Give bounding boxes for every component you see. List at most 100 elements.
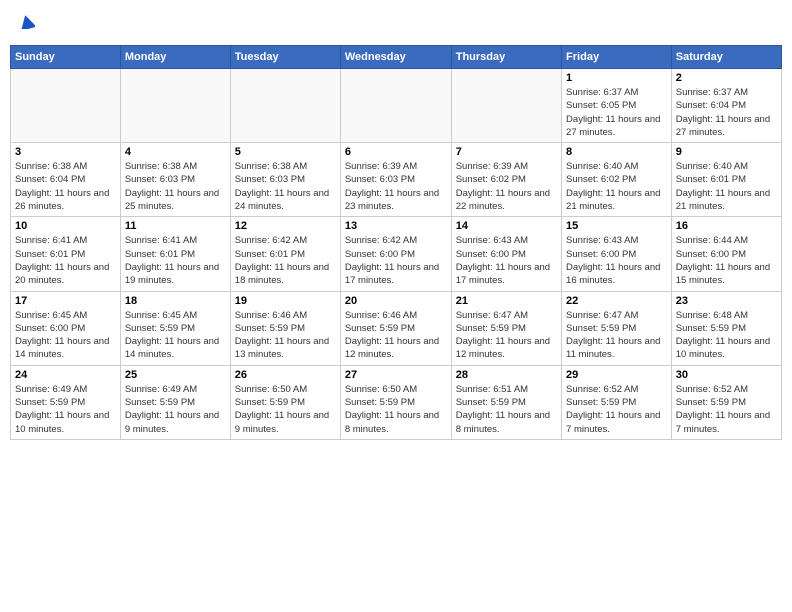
sunrise-label: Sunrise: 6:40 AM [676,161,748,172]
logo-triangle-icon [19,15,35,34]
sunset-label: Sunset: 6:01 PM [235,249,305,260]
day-number: 19 [235,295,336,307]
calendar-cell: 8 Sunrise: 6:40 AM Sunset: 6:02 PM Dayli… [562,143,672,217]
daylight-label: Daylight: 11 hours and 9 minutes. [235,410,329,434]
calendar-week-3: 10 Sunrise: 6:41 AM Sunset: 6:01 PM Dayl… [11,217,782,291]
daylight-label: Daylight: 11 hours and 12 minutes. [456,336,550,360]
sunset-label: Sunset: 5:59 PM [566,397,636,408]
daylight-label: Daylight: 11 hours and 13 minutes. [235,336,329,360]
daylight-label: Daylight: 11 hours and 8 minutes. [456,410,550,434]
sunset-label: Sunset: 6:00 PM [566,249,636,260]
weekday-header-wednesday: Wednesday [340,46,451,69]
day-number: 5 [235,146,336,158]
weekday-header-friday: Friday [562,46,672,69]
calendar-cell: 11 Sunrise: 6:41 AM Sunset: 6:01 PM Dayl… [120,217,230,291]
day-info: Sunrise: 6:43 AM Sunset: 6:00 PM Dayligh… [566,234,667,287]
daylight-label: Daylight: 11 hours and 12 minutes. [345,336,439,360]
calendar-cell [120,69,230,143]
page-header [10,10,782,37]
daylight-label: Daylight: 11 hours and 7 minutes. [676,410,770,434]
daylight-label: Daylight: 11 hours and 27 minutes. [676,114,770,138]
sunrise-label: Sunrise: 6:52 AM [566,384,638,395]
calendar-cell: 4 Sunrise: 6:38 AM Sunset: 6:03 PM Dayli… [120,143,230,217]
calendar-cell: 29 Sunrise: 6:52 AM Sunset: 5:59 PM Dayl… [562,365,672,439]
daylight-label: Daylight: 11 hours and 23 minutes. [345,188,439,212]
daylight-label: Daylight: 11 hours and 20 minutes. [15,262,109,286]
daylight-label: Daylight: 11 hours and 9 minutes. [125,410,219,434]
sunrise-label: Sunrise: 6:47 AM [456,310,528,321]
sunset-label: Sunset: 5:59 PM [345,323,415,334]
sunset-label: Sunset: 5:59 PM [566,323,636,334]
daylight-label: Daylight: 11 hours and 7 minutes. [566,410,660,434]
calendar-cell: 23 Sunrise: 6:48 AM Sunset: 5:59 PM Dayl… [671,291,781,365]
day-info: Sunrise: 6:47 AM Sunset: 5:59 PM Dayligh… [456,309,557,362]
sunrise-label: Sunrise: 6:38 AM [15,161,87,172]
day-number: 29 [566,369,667,381]
calendar-cell [230,69,340,143]
sunrise-label: Sunrise: 6:50 AM [345,384,417,395]
day-info: Sunrise: 6:50 AM Sunset: 5:59 PM Dayligh… [345,383,447,436]
sunset-label: Sunset: 5:59 PM [235,323,305,334]
day-info: Sunrise: 6:38 AM Sunset: 6:03 PM Dayligh… [125,160,226,213]
sunrise-label: Sunrise: 6:50 AM [235,384,307,395]
sunset-label: Sunset: 6:02 PM [456,174,526,185]
sunrise-label: Sunrise: 6:38 AM [235,161,307,172]
sunset-label: Sunset: 6:05 PM [566,100,636,111]
sunset-label: Sunset: 6:00 PM [345,249,415,260]
sunset-label: Sunset: 5:59 PM [676,323,746,334]
sunset-label: Sunset: 6:01 PM [15,249,85,260]
day-info: Sunrise: 6:39 AM Sunset: 6:03 PM Dayligh… [345,160,447,213]
daylight-label: Daylight: 11 hours and 21 minutes. [566,188,660,212]
day-number: 21 [456,295,557,307]
day-info: Sunrise: 6:46 AM Sunset: 5:59 PM Dayligh… [235,309,336,362]
sunrise-label: Sunrise: 6:39 AM [345,161,417,172]
day-info: Sunrise: 6:51 AM Sunset: 5:59 PM Dayligh… [456,383,557,436]
sunset-label: Sunset: 6:01 PM [676,174,746,185]
sunrise-label: Sunrise: 6:52 AM [676,384,748,395]
calendar-cell: 7 Sunrise: 6:39 AM Sunset: 6:02 PM Dayli… [451,143,561,217]
day-number: 2 [676,72,777,84]
day-number: 3 [15,146,116,158]
sunset-label: Sunset: 6:03 PM [125,174,195,185]
day-info: Sunrise: 6:38 AM Sunset: 6:04 PM Dayligh… [15,160,116,213]
sunset-label: Sunset: 6:00 PM [456,249,526,260]
sunset-label: Sunset: 5:59 PM [235,397,305,408]
sunrise-label: Sunrise: 6:43 AM [456,235,528,246]
day-number: 9 [676,146,777,158]
day-number: 16 [676,220,777,232]
sunrise-label: Sunrise: 6:46 AM [345,310,417,321]
weekday-header-monday: Monday [120,46,230,69]
sunrise-label: Sunrise: 6:43 AM [566,235,638,246]
calendar-cell: 25 Sunrise: 6:49 AM Sunset: 5:59 PM Dayl… [120,365,230,439]
sunset-label: Sunset: 6:04 PM [15,174,85,185]
calendar-cell: 15 Sunrise: 6:43 AM Sunset: 6:00 PM Dayl… [562,217,672,291]
weekday-header-sunday: Sunday [11,46,121,69]
day-number: 25 [125,369,226,381]
day-info: Sunrise: 6:43 AM Sunset: 6:00 PM Dayligh… [456,234,557,287]
day-info: Sunrise: 6:52 AM Sunset: 5:59 PM Dayligh… [566,383,667,436]
calendar-week-5: 24 Sunrise: 6:49 AM Sunset: 5:59 PM Dayl… [11,365,782,439]
sunset-label: Sunset: 6:00 PM [15,323,85,334]
daylight-label: Daylight: 11 hours and 10 minutes. [15,410,109,434]
calendar-cell: 9 Sunrise: 6:40 AM Sunset: 6:01 PM Dayli… [671,143,781,217]
daylight-label: Daylight: 11 hours and 17 minutes. [456,262,550,286]
calendar-cell: 16 Sunrise: 6:44 AM Sunset: 6:00 PM Dayl… [671,217,781,291]
sunrise-label: Sunrise: 6:39 AM [456,161,528,172]
sunset-label: Sunset: 6:03 PM [345,174,415,185]
daylight-label: Daylight: 11 hours and 16 minutes. [566,262,660,286]
day-info: Sunrise: 6:45 AM Sunset: 5:59 PM Dayligh… [125,309,226,362]
sunrise-label: Sunrise: 6:48 AM [676,310,748,321]
day-number: 10 [15,220,116,232]
calendar-cell: 18 Sunrise: 6:45 AM Sunset: 5:59 PM Dayl… [120,291,230,365]
calendar-cell: 17 Sunrise: 6:45 AM Sunset: 6:00 PM Dayl… [11,291,121,365]
day-number: 27 [345,369,447,381]
daylight-label: Daylight: 11 hours and 27 minutes. [566,114,660,138]
sunset-label: Sunset: 6:03 PM [235,174,305,185]
day-info: Sunrise: 6:47 AM Sunset: 5:59 PM Dayligh… [566,309,667,362]
calendar-cell [11,69,121,143]
sunrise-label: Sunrise: 6:42 AM [345,235,417,246]
sunrise-label: Sunrise: 6:40 AM [566,161,638,172]
day-number: 17 [15,295,116,307]
daylight-label: Daylight: 11 hours and 18 minutes. [235,262,329,286]
sunrise-label: Sunrise: 6:37 AM [566,87,638,98]
